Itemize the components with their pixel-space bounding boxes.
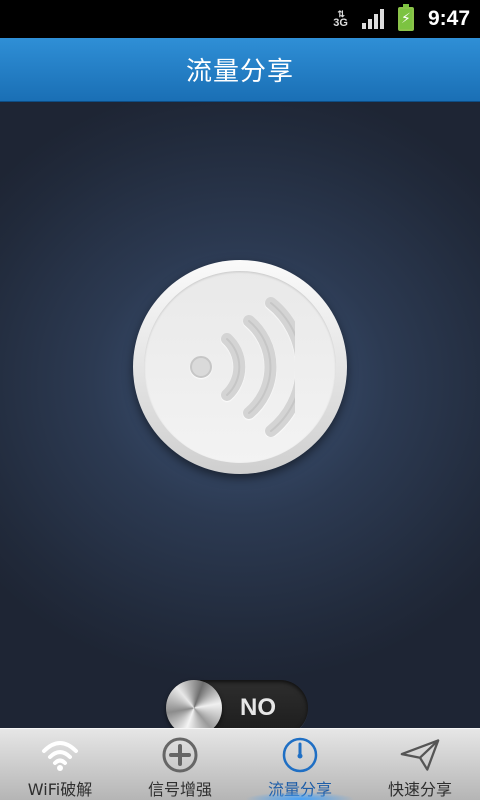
nav-item-traffic-share[interactable]: 流量分享 (240, 729, 360, 800)
bottom-navigation: WiFi破解 信号增强 流量分享 快速分享 (0, 728, 480, 800)
page-title: 流量分享 (185, 57, 294, 87)
clock-icon (280, 735, 320, 774)
signal-strength-icon (361, 9, 384, 29)
wifi-broadcast-icon (144, 271, 336, 463)
nav-item-signal-boost[interactable]: 信号增强 (120, 729, 240, 800)
nav-item-wifi-crack[interactable]: WiFi破解 (0, 729, 120, 800)
status-bar: ⇅ 3G ⚡ 9:47 (0, 0, 480, 38)
main-content: NO (0, 102, 480, 736)
traffic-share-button[interactable] (133, 260, 347, 474)
network-type-indicator: ⇅ 3G (333, 10, 348, 29)
nav-label-traffic-share: 流量分享 (267, 780, 332, 799)
nav-label-wifi-crack: WiFi破解 (27, 780, 93, 799)
battery-charging-icon: ⚡ (397, 4, 414, 31)
nav-item-quick-share[interactable]: 快速分享 (360, 729, 480, 800)
network-type-label: 3G (333, 17, 348, 29)
toggle-state-label: NO (240, 694, 276, 721)
wifi-icon (40, 735, 80, 774)
paper-plane-icon (400, 735, 440, 774)
nav-label-quick-share: 快速分享 (387, 780, 452, 799)
nav-label-signal-boost: 信号增强 (147, 780, 212, 799)
status-time: 9:47 (427, 7, 470, 30)
plus-circle-icon (160, 735, 200, 774)
title-bar: 流量分享 (0, 38, 480, 102)
